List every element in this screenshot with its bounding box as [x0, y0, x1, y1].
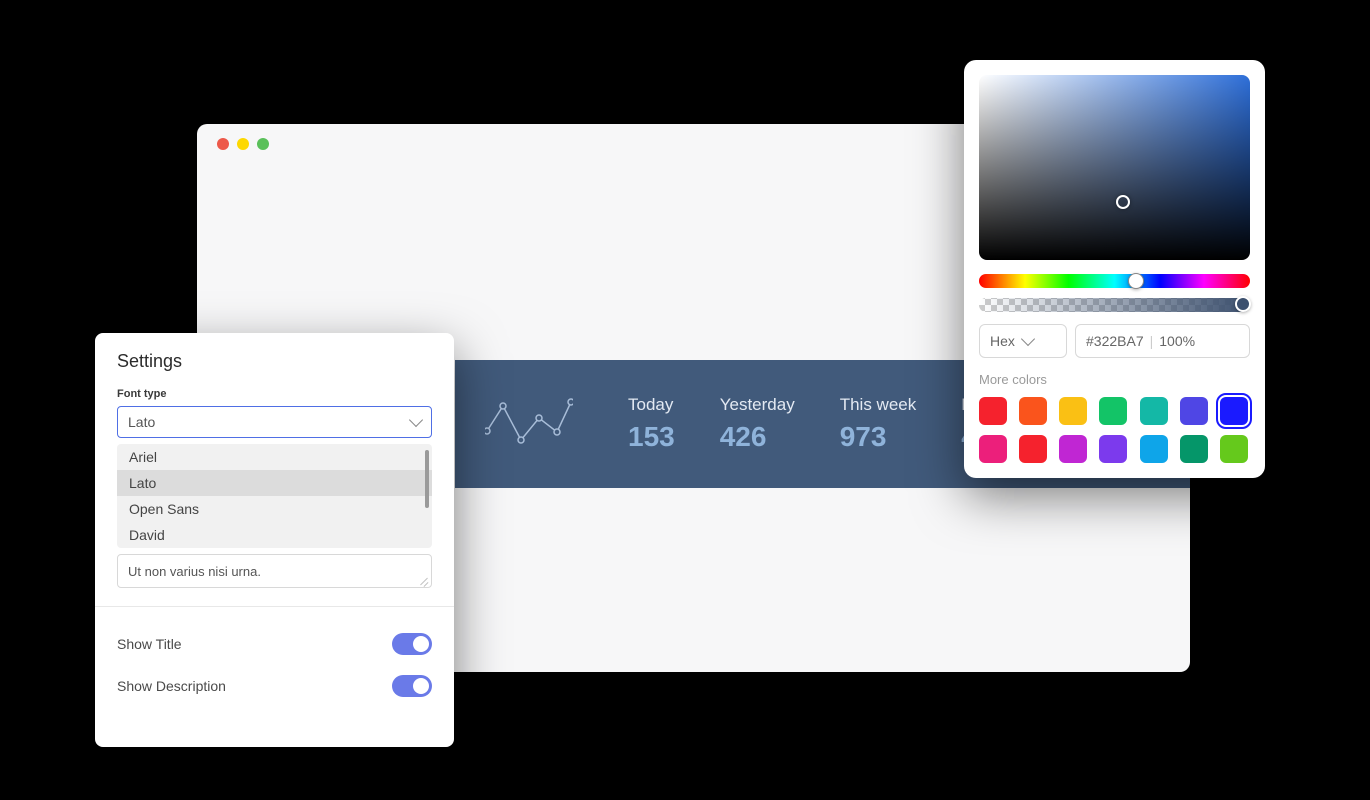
toggle-show-title-row: Show Title [95, 623, 454, 665]
color-swatch[interactable] [1059, 397, 1087, 425]
font-option-david[interactable]: David [117, 522, 432, 548]
input-divider: | [1150, 333, 1154, 349]
more-colors-label: More colors [979, 372, 1250, 387]
minimize-window-icon[interactable] [237, 138, 249, 150]
settings-title: Settings [95, 351, 454, 388]
stat-label: Today [628, 395, 675, 415]
zoom-window-icon[interactable] [257, 138, 269, 150]
stat-label: This week [840, 395, 917, 415]
color-picker-panel: Hex #322BA7 | 100% More colors [964, 60, 1265, 478]
show-title-toggle[interactable] [392, 633, 432, 655]
format-value: Hex [990, 333, 1015, 349]
color-swatch[interactable] [1019, 435, 1047, 463]
color-swatch[interactable] [1220, 435, 1248, 463]
toggle-label: Show Title [117, 636, 182, 652]
hex-input[interactable]: #322BA7 | 100% [1075, 324, 1250, 358]
close-window-icon[interactable] [217, 138, 229, 150]
color-swatch[interactable] [1019, 397, 1047, 425]
textarea-value: Ut non varius nisi urna. [128, 564, 261, 579]
stat-this-week: This week 973 [840, 395, 917, 453]
line-chart-icon [485, 396, 573, 453]
color-format-select[interactable]: Hex [979, 324, 1067, 358]
resize-handle-icon[interactable] [419, 575, 429, 585]
dropdown-value: Lato [128, 414, 155, 430]
color-swatch[interactable] [1140, 397, 1168, 425]
color-swatch[interactable] [1059, 435, 1087, 463]
color-swatch[interactable] [1099, 435, 1127, 463]
stat-label: Yesterday [720, 395, 795, 415]
color-field[interactable] [979, 75, 1250, 260]
alpha-value: 100% [1159, 333, 1195, 349]
hue-slider[interactable] [979, 274, 1250, 288]
font-option-ariel[interactable]: Ariel [117, 444, 432, 470]
chevron-down-icon [1021, 332, 1035, 346]
toggle-show-description-row: Show Description [95, 665, 454, 707]
color-swatch[interactable] [1099, 397, 1127, 425]
color-swatch[interactable] [1220, 397, 1248, 425]
show-description-toggle[interactable] [392, 675, 432, 697]
color-swatch[interactable] [1180, 435, 1208, 463]
divider [95, 606, 454, 607]
swatch-grid [979, 397, 1250, 463]
color-cursor-icon[interactable] [1116, 195, 1130, 209]
font-option-opensans[interactable]: Open Sans [117, 496, 432, 522]
stat-value: 153 [628, 421, 675, 453]
hex-value: #322BA7 [1086, 333, 1144, 349]
toggle-label: Show Description [117, 678, 226, 694]
color-swatch[interactable] [1140, 435, 1168, 463]
alpha-slider[interactable] [979, 298, 1250, 312]
stat-value: 973 [840, 421, 917, 453]
color-swatch[interactable] [979, 435, 1007, 463]
hue-slider-handle[interactable] [1128, 273, 1144, 289]
font-type-label: Font type [95, 388, 454, 406]
settings-panel: Settings Font type Lato Ariel Lato Open … [95, 333, 454, 747]
description-textarea[interactable]: Ut non varius nisi urna. [117, 554, 432, 588]
stat-yesterday: Yesterday 426 [720, 395, 795, 453]
stat-value: 426 [720, 421, 795, 453]
scrollbar-thumb[interactable] [425, 450, 429, 508]
font-option-lato[interactable]: Lato [117, 470, 432, 496]
color-swatch[interactable] [1180, 397, 1208, 425]
font-type-dropdown[interactable]: Lato [117, 406, 432, 438]
color-inputs: Hex #322BA7 | 100% [979, 324, 1250, 358]
chevron-down-icon [409, 413, 423, 427]
color-swatch[interactable] [979, 397, 1007, 425]
alpha-slider-handle[interactable] [1235, 296, 1251, 312]
font-options-list: Ariel Lato Open Sans David [117, 444, 432, 548]
stat-today: Today 153 [628, 395, 675, 453]
